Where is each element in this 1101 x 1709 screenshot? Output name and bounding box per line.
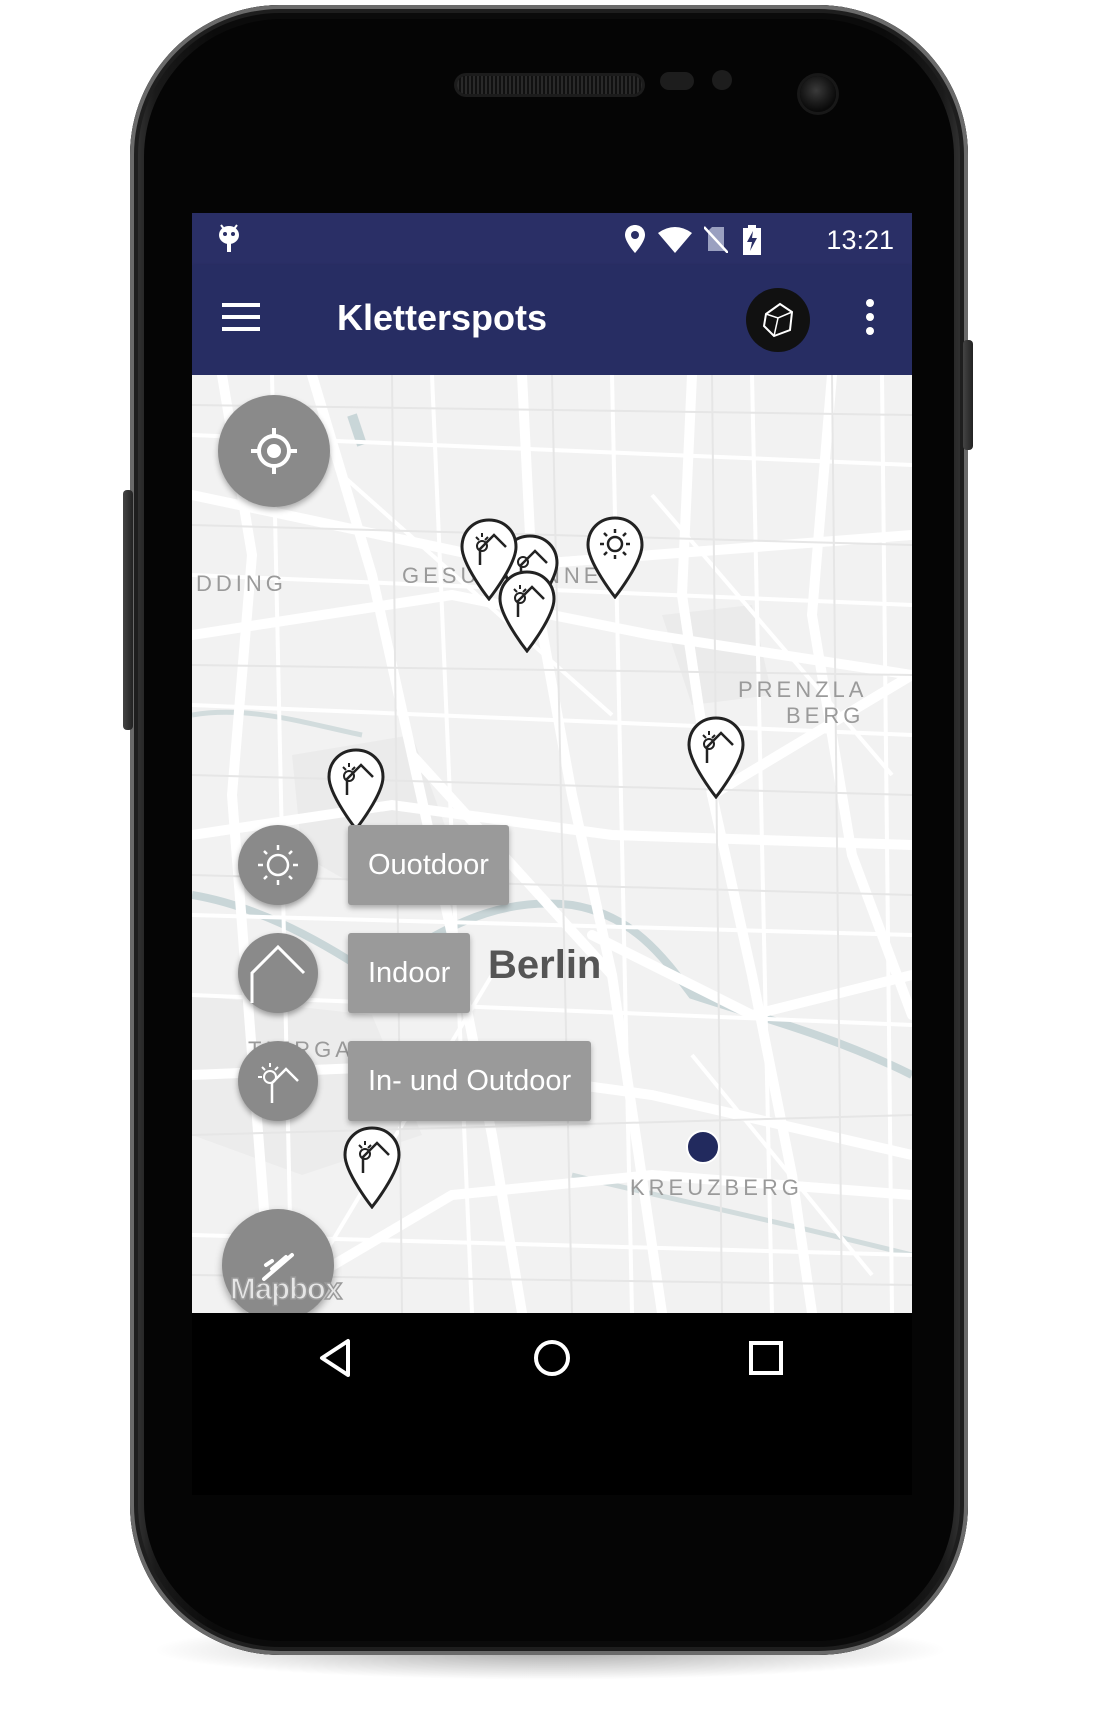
light-sensor bbox=[712, 70, 732, 90]
mapbox-attribution[interactable]: Mapbox bbox=[229, 1270, 343, 1307]
filter-indoor-button[interactable] bbox=[238, 933, 318, 1013]
filter-outdoor-label[interactable]: Ouotdoor bbox=[348, 825, 509, 905]
power-button bbox=[963, 340, 973, 450]
battery-charging-icon bbox=[743, 225, 761, 255]
screen: 13:21 Kletterspots DDING GESU NNE PRENZL… bbox=[192, 213, 912, 1495]
page-title: Kletterspots bbox=[337, 297, 548, 338]
recents-square-icon bbox=[749, 1341, 783, 1375]
sun-house-icon bbox=[258, 1063, 299, 1103]
back-triangle-icon bbox=[320, 1339, 350, 1377]
marker-in-und-outdoor[interactable] bbox=[685, 715, 747, 800]
front-camera bbox=[800, 76, 836, 112]
hamburger-menu-icon[interactable] bbox=[222, 297, 270, 341]
android-debug-icon bbox=[219, 224, 239, 252]
filter-in-und-outdoor-label[interactable]: In- und Outdoor bbox=[348, 1041, 592, 1121]
volume-button bbox=[123, 490, 133, 730]
map-view[interactable]: DDING GESU NNE PRENZLA BERG TIERGARTEN K… bbox=[192, 375, 912, 1313]
marker-in-und-outdoor[interactable] bbox=[325, 747, 387, 832]
district-label-kreuzberg: KREUZBERG bbox=[630, 1175, 803, 1200]
navigation-bar bbox=[192, 1313, 912, 1403]
my-location-button[interactable] bbox=[218, 395, 330, 507]
recents-button[interactable] bbox=[741, 1333, 791, 1383]
boulder-logo-icon[interactable] bbox=[746, 288, 810, 352]
house-icon bbox=[250, 944, 306, 1003]
more-vert-icon[interactable] bbox=[856, 293, 884, 345]
wifi-icon bbox=[658, 227, 692, 253]
sun-icon bbox=[258, 845, 298, 885]
app-toolbar: Kletterspots bbox=[192, 265, 912, 375]
district-label-wedding: DDING bbox=[196, 571, 287, 596]
earpiece-speaker bbox=[457, 76, 642, 94]
my-location-icon bbox=[251, 428, 297, 474]
user-location-marker bbox=[686, 1130, 720, 1164]
filter-outdoor-button[interactable] bbox=[238, 825, 318, 905]
filter-indoor-label[interactable]: Indoor bbox=[348, 933, 471, 1013]
district-label-prenzlauer-2: BERG bbox=[786, 703, 865, 728]
home-circle-icon bbox=[534, 1340, 570, 1376]
filter-in-und-outdoor-button[interactable] bbox=[238, 1041, 318, 1121]
city-label: Berlin bbox=[488, 943, 602, 987]
status-bar: 13:21 bbox=[192, 213, 912, 265]
district-label-prenzlauer-1: PRENZLA bbox=[738, 677, 868, 702]
no-sim-icon bbox=[704, 226, 728, 253]
proximity-sensor bbox=[660, 72, 694, 90]
marker-in-und-outdoor[interactable] bbox=[341, 1125, 403, 1210]
marker-in-und-outdoor[interactable] bbox=[496, 569, 558, 654]
back-button[interactable] bbox=[312, 1333, 362, 1383]
marker-outdoor[interactable] bbox=[584, 515, 646, 600]
clock: 13:21 bbox=[826, 225, 894, 255]
home-button[interactable] bbox=[527, 1333, 577, 1383]
location-icon bbox=[625, 225, 645, 253]
